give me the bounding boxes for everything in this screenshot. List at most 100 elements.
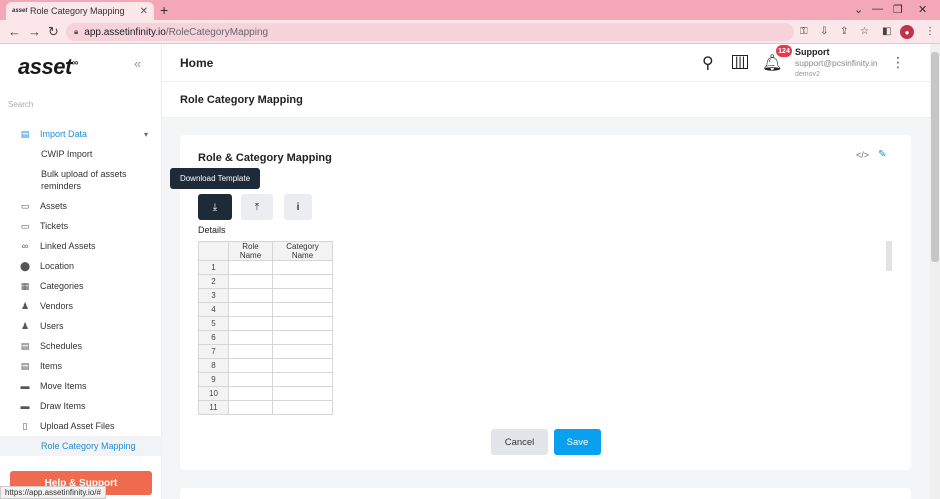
lock-icon: 🔒︎ [74, 27, 79, 36]
scrollbar-thumb[interactable] [931, 52, 939, 262]
page-scrollbar[interactable] [930, 44, 940, 499]
role-name-cell[interactable] [228, 330, 273, 345]
category-name-cell[interactable] [272, 372, 333, 387]
row-number: 9 [198, 372, 229, 387]
column-header-category-name[interactable]: Category Name [272, 241, 333, 261]
sidebar-subitem-role-category-mapping[interactable]: Role Category Mapping [0, 436, 162, 456]
profile-avatar[interactable]: ● [900, 25, 914, 39]
table-row: 10 [198, 386, 333, 401]
user-icon: ♟ [20, 320, 30, 331]
sidebar-item-import-data[interactable]: ▤ Import Data ▾ [0, 124, 162, 144]
table-row: 2 [198, 274, 333, 289]
sidebar-item-upload-asset-files[interactable]: ▯ Upload Asset Files [0, 416, 162, 436]
grid-scrollbar[interactable] [886, 241, 892, 271]
status-url: https://app.assetinfinity.io/# [0, 486, 106, 499]
category-name-cell[interactable] [272, 344, 333, 359]
reload-icon[interactable]: ↻ [48, 24, 59, 40]
restore-icon[interactable]: ❐ [893, 3, 903, 16]
forward-icon[interactable]: → [28, 24, 41, 39]
role-name-cell[interactable] [228, 260, 273, 275]
category-name-cell[interactable] [272, 330, 333, 345]
sidebar-item-location[interactable]: ⬤ Location [0, 256, 162, 276]
role-name-cell[interactable] [228, 386, 273, 401]
role-name-cell[interactable] [228, 274, 273, 289]
role-name-cell[interactable] [228, 372, 273, 387]
new-tab-button[interactable]: + [160, 2, 168, 18]
role-name-cell[interactable] [228, 358, 273, 373]
category-name-cell[interactable] [272, 358, 333, 373]
sidebar-item-move-items[interactable]: ▬ Move Items [0, 376, 162, 396]
save-button[interactable]: Save [554, 429, 601, 455]
more-options-icon[interactable]: ⋮ [891, 54, 905, 71]
chevron-down-icon[interactable]: ⌄ [854, 3, 863, 16]
category-name-cell[interactable] [272, 302, 333, 317]
browser-tab[interactable]: asset Role Category Mapping ✕ [6, 2, 154, 20]
location-pin-icon: ⬤ [19, 260, 31, 271]
mapping-grid: Role Name Category Name 1 2 3 4 5 6 7 8 9 10 11 [198, 241, 333, 415]
category-name-cell[interactable] [272, 288, 333, 303]
sidebar-subitem-cwip-import[interactable]: CWIP Import [0, 144, 162, 164]
browser-tab-bar: asset Role Category Mapping ✕ + ⌄ — ❐ ✕ [0, 0, 940, 20]
user-email: support@pcsinfinity.in [795, 58, 878, 68]
collapse-sidebar-icon[interactable]: « [134, 56, 141, 71]
sidebar-item-assets[interactable]: ▭ Assets [0, 196, 162, 216]
role-name-cell[interactable] [228, 302, 273, 317]
category-name-cell[interactable] [272, 260, 333, 275]
install-icon[interactable]: ⇩ [820, 26, 828, 37]
code-icon[interactable]: </> [856, 150, 869, 160]
link-icon: ∞ [21, 241, 29, 251]
sidebar-item-users[interactable]: ♟ Users [0, 316, 162, 336]
role-name-cell[interactable] [228, 344, 273, 359]
info-button[interactable]: i [284, 194, 312, 220]
sidebar-item-categories[interactable]: ▦ Categories [0, 276, 162, 296]
sidebar-item-vendors[interactable]: ♟ Vendors [0, 296, 162, 316]
favicon-icon: asset [12, 8, 28, 14]
key-icon[interactable]: ⚿ [800, 26, 808, 37]
row-number: 11 [198, 400, 229, 415]
tab-close-icon[interactable]: ✕ [140, 6, 148, 17]
user-name: Support [795, 47, 830, 57]
tab-title: Role Category Mapping [30, 6, 125, 16]
close-window-icon[interactable]: ✕ [918, 3, 927, 16]
upload-icon: ⤒ [254, 201, 260, 213]
edit-pencil-icon[interactable]: ✎ [878, 149, 886, 160]
sidebar-item-schedules[interactable]: ▤ Schedules [0, 336, 162, 356]
mapping-card: Role & Category Mapping </> ✎ ⤓ ⤒ i Deta… [180, 135, 911, 470]
sidebar-subitem-bulk-upload[interactable]: Bulk upload of assets reminders [0, 164, 162, 196]
notification-badge: 124 [776, 45, 792, 57]
download-template-button[interactable]: ⤓ [198, 194, 232, 220]
sidebar-item-items[interactable]: ▤ Items [0, 356, 162, 376]
details-label: Details [198, 225, 226, 235]
category-name-cell[interactable] [272, 400, 333, 415]
back-icon[interactable]: ← [8, 24, 21, 39]
search-zoom-icon[interactable]: ⚲ [702, 53, 714, 73]
minimize-icon[interactable]: — [872, 3, 883, 15]
category-name-cell[interactable] [272, 386, 333, 401]
sidebar-item-label: Users [40, 321, 64, 331]
role-name-cell[interactable] [228, 400, 273, 415]
bookmark-star-icon[interactable]: ☆ [860, 26, 869, 37]
import-file-icon: ▤ [20, 128, 30, 139]
monitor-icon: ▭ [20, 200, 30, 211]
sidebar-item-label: Location [40, 261, 75, 271]
sidebar-item-linked-assets[interactable]: ∞ Linked Assets [0, 236, 162, 256]
column-header-role-name[interactable]: Role Name [228, 241, 273, 261]
role-name-cell[interactable] [228, 316, 273, 331]
role-name-cell[interactable] [228, 288, 273, 303]
sidebar-item-draw-items[interactable]: ▬ Draw Items [0, 396, 162, 416]
logo: asset∞ [18, 54, 78, 79]
row-number: 1 [198, 260, 229, 275]
browser-menu-icon[interactable]: ⋮ [925, 26, 935, 37]
cancel-button[interactable]: Cancel [491, 429, 548, 455]
sidebar-search-input[interactable]: Search [8, 100, 33, 109]
barcode-scan-icon[interactable]: ||| [732, 55, 749, 69]
upload-button[interactable]: ⤒ [241, 194, 273, 220]
sidebar-item-tickets[interactable]: ▭ Tickets [0, 216, 162, 236]
category-name-cell[interactable] [272, 316, 333, 331]
url-input[interactable]: 🔒︎ app.assetinfinity.io/RoleCategoryMapp… [66, 23, 794, 41]
category-name-cell[interactable] [272, 274, 333, 289]
sidebar-menu: ▤ Import Data ▾ CWIP Import Bulk upload … [0, 124, 162, 456]
user-info[interactable]: Support support@pcsinfinity.in demov2 [795, 47, 878, 80]
share-icon[interactable]: ⇪ [840, 26, 848, 37]
side-panel-icon[interactable]: ◧ [882, 26, 891, 37]
